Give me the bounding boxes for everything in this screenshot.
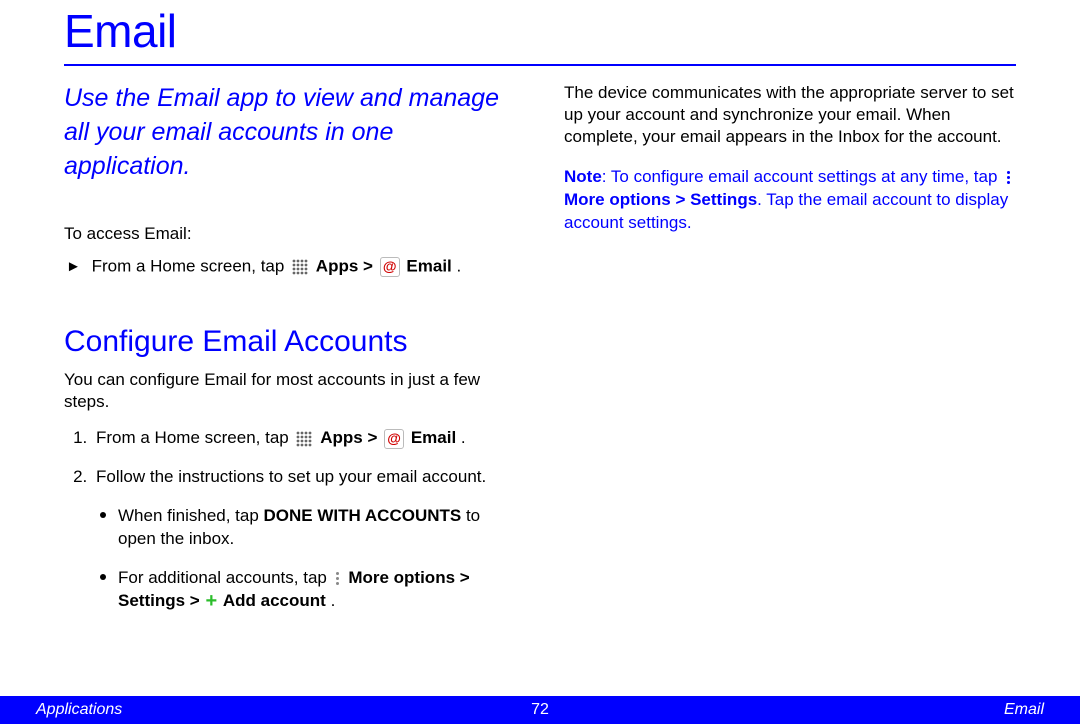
email-icon (380, 257, 400, 277)
step1-prefix: From a Home screen, tap (96, 428, 293, 447)
step1-sep: > (367, 428, 382, 447)
sub1-pre: When finished, tap (118, 506, 264, 525)
note-sep: > (671, 190, 690, 209)
page-content: Email Use the Email app to view and mana… (0, 4, 1080, 629)
access-prefix: From a Home screen, tap (92, 257, 289, 276)
sub1-bold: DONE WITH ACCOUNTS (264, 506, 462, 525)
section-intro: You can configure Email for most account… (64, 369, 516, 413)
right-paragraph: The device communicates with the appropr… (564, 82, 1016, 148)
step1-apps: Apps (320, 428, 363, 447)
apps-label: Apps (316, 257, 359, 276)
plus-icon: + (205, 594, 217, 608)
step-2: Follow the instructions to set up your e… (92, 466, 516, 613)
step2-text: Follow the instructions to set up your e… (96, 467, 486, 486)
note-block: Note: To configure email account setting… (564, 166, 1016, 235)
email-label: Email (406, 257, 451, 276)
page-title: Email (64, 4, 1016, 58)
access-suffix: . (457, 257, 462, 276)
more-options-icon (333, 572, 343, 585)
apps-icon (295, 430, 313, 448)
footer-right: Email (1004, 701, 1044, 719)
more-options-icon (1003, 171, 1013, 184)
intro-text: Use the Email app to view and manage all… (64, 82, 516, 183)
note-label: Note (564, 167, 602, 186)
section-heading: Configure Email Accounts (64, 322, 516, 361)
footer-left: Applications (36, 701, 122, 719)
sub2-add: Add account (223, 591, 326, 610)
access-label: To access Email: (64, 223, 516, 245)
step1-email: Email (411, 428, 456, 447)
sub2-sep2: > (190, 591, 205, 610)
steps-list: From a Home screen, tap (64, 427, 516, 613)
note-more: More options (564, 190, 671, 209)
title-rule (64, 64, 1016, 66)
substeps: When finished, tap DONE WITH ACCOUNTS to… (96, 505, 516, 613)
sub2-pre: For additional accounts, tap (118, 568, 332, 587)
footer-page-number: 72 (531, 701, 549, 719)
step-1: From a Home screen, tap (92, 427, 516, 450)
step1-suffix: . (461, 428, 466, 447)
sep: > (363, 257, 378, 276)
note-settings: Settings (690, 190, 757, 209)
sub2-sep1: > (460, 568, 470, 587)
substep-1: When finished, tap DONE WITH ACCOUNTS to… (100, 505, 516, 551)
email-icon (384, 429, 404, 449)
column-right: The device communicates with the appropr… (564, 82, 1016, 629)
sub2-more: More options (348, 568, 455, 587)
arrow-icon: ► (66, 258, 81, 275)
apps-icon (291, 258, 309, 276)
note-pre: : To configure email account settings at… (602, 167, 1002, 186)
sub2-settings: Settings (118, 591, 185, 610)
column-left: Use the Email app to view and manage all… (64, 82, 516, 629)
access-step: ► From a Home screen, tap Apps > (66, 256, 461, 275)
substep-2: For additional accounts, tap More option… (100, 567, 516, 613)
sub2-suffix: . (331, 591, 336, 610)
two-column-layout: Use the Email app to view and manage all… (64, 82, 1016, 629)
